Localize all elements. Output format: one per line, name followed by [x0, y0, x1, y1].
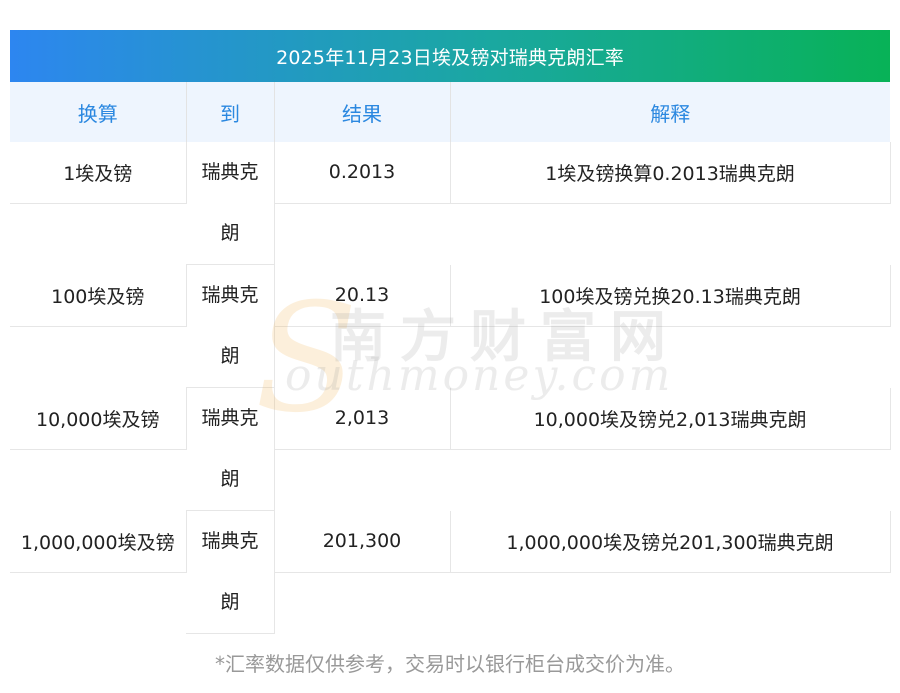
- table-title-row: 2025年11月23日埃及镑对瑞典克朗汇率: [10, 30, 891, 82]
- cell-to: 瑞典克朗: [201, 284, 259, 367]
- cell-explain: 100埃及镑兑换20.13瑞典克朗: [450, 264, 891, 327]
- table-title: 2025年11月23日埃及镑对瑞典克朗汇率: [10, 30, 891, 82]
- table-header-row: 换算 到 结果 解释: [10, 82, 891, 142]
- cell-to: 瑞典克朗: [201, 530, 259, 613]
- header-to: 到: [186, 82, 275, 142]
- cell-result: 2,013: [274, 387, 451, 450]
- cell-explain: 10,000埃及镑兑2,013瑞典克朗: [450, 387, 891, 450]
- cell-to: 瑞典克朗: [201, 407, 259, 490]
- exchange-rate-table: 2025年11月23日埃及镑对瑞典克朗汇率 换算 到 结果 解释 1埃及镑 瑞典…: [10, 30, 891, 634]
- header-result: 结果: [274, 82, 451, 142]
- cell-result: 20.13: [274, 264, 451, 327]
- table-row: 1埃及镑 瑞典克朗 0.2013 1埃及镑换算0.2013瑞典克朗: [10, 142, 891, 265]
- header-explain: 解释: [450, 82, 891, 142]
- cell-amount: 1埃及镑: [10, 142, 187, 204]
- cell-result: 201,300: [274, 510, 451, 573]
- cell-amount: 1,000,000埃及镑: [10, 510, 187, 573]
- row-spacer: [10, 449, 890, 511]
- disclaimer-footnote: *汇率数据仅供参考，交易时以银行柜台成交价为准。: [215, 652, 685, 676]
- table-row: 1,000,000埃及镑 瑞典克朗 201,300 1,000,000埃及镑兑2…: [10, 510, 891, 634]
- cell-explain: 1埃及镑换算0.2013瑞典克朗: [450, 142, 891, 204]
- cell-amount: 100埃及镑: [10, 264, 187, 327]
- cell-to: 瑞典克朗: [201, 161, 259, 244]
- cell-amount: 10,000埃及镑: [10, 387, 187, 450]
- row-spacer: [10, 572, 890, 634]
- table-row: 10,000埃及镑 瑞典克朗 2,013 10,000埃及镑兑2,013瑞典克朗: [10, 387, 891, 511]
- cell-explain: 1,000,000埃及镑兑201,300瑞典克朗: [450, 510, 891, 573]
- header-convert: 换算: [10, 82, 187, 142]
- row-spacer: [10, 326, 890, 388]
- cell-result: 0.2013: [274, 142, 451, 204]
- table-row: 100埃及镑 瑞典克朗 20.13 100埃及镑兑换20.13瑞典克朗: [10, 264, 891, 388]
- row-spacer: [10, 203, 890, 264]
